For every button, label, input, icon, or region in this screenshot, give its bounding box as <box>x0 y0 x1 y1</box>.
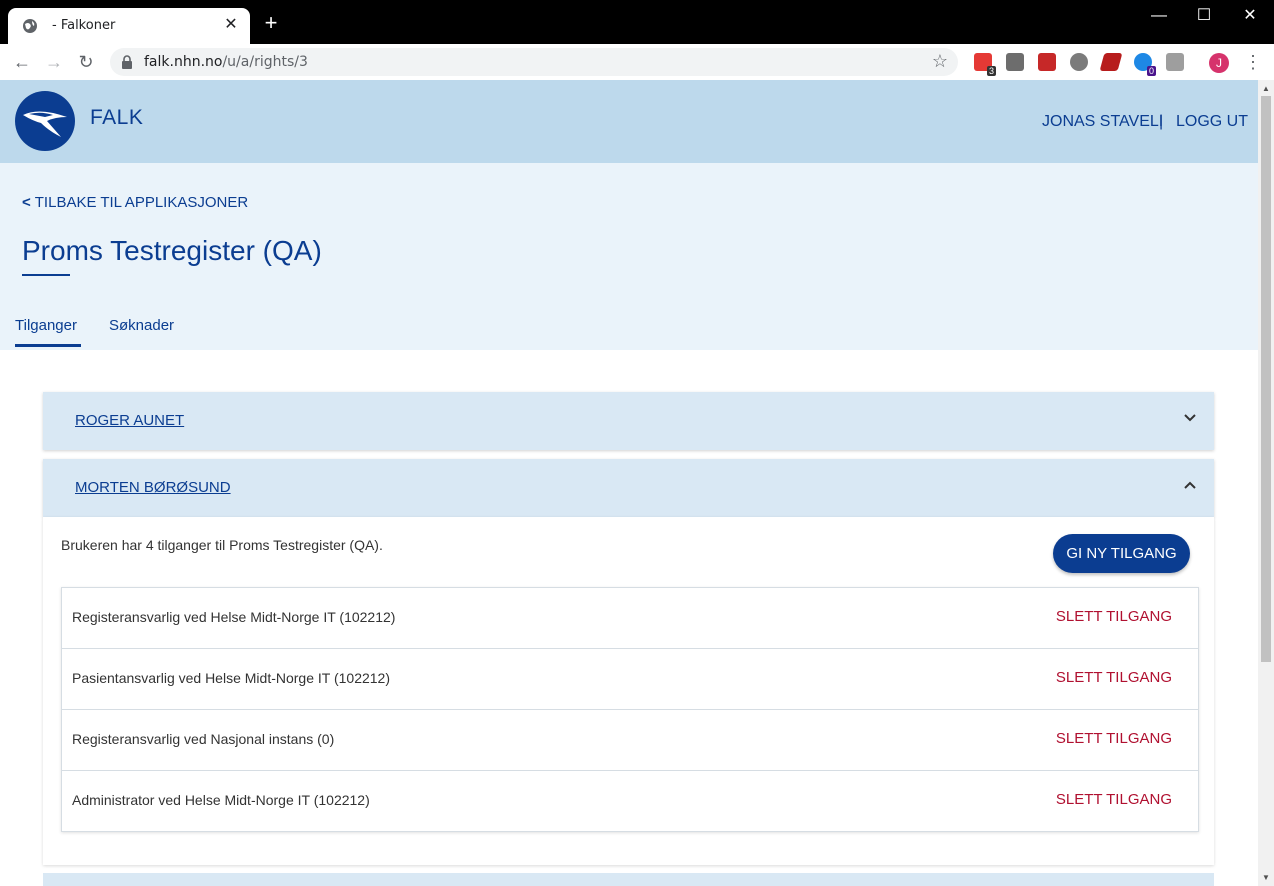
chevron-up-icon[interactable] <box>1182 477 1198 493</box>
access-summary: Brukeren har 4 tilganger til Proms Testr… <box>61 537 383 553</box>
forward-arrow-icon[interactable]: → <box>42 50 66 74</box>
window-close-icon[interactable]: ✕ <box>1235 6 1265 26</box>
user-name-link[interactable]: JONAS STAVELI <box>1042 113 1163 131</box>
maximize-icon[interactable]: ☐ <box>1189 6 1219 26</box>
back-arrow-icon[interactable]: ← <box>10 50 34 74</box>
reload-icon[interactable]: ↻ <box>74 50 98 74</box>
active-tab-indicator <box>15 344 81 347</box>
access-label: Registeransvarlig ved Nasjonal instans (… <box>72 731 335 747</box>
delete-access-button[interactable]: SLETT TILGANG <box>1056 669 1172 686</box>
grant-access-button[interactable]: GI NY TILGANG <box>1053 534 1190 573</box>
title-underline <box>22 274 70 276</box>
browser-tab[interactable]: - Falkoner ✕ <box>8 8 250 44</box>
header-separator: | <box>1159 113 1164 130</box>
falcon-icon <box>23 111 67 137</box>
page-hero: < TILBAKE TIL APPLIKASJONER Proms Testreg… <box>0 163 1258 350</box>
address-bar[interactable]: falk.nhn.no/u/a/rights/3 ☆ <box>110 48 958 76</box>
site-header: FALK JONAS STAVELI | LOGG UT <box>0 80 1258 163</box>
extension-icon[interactable] <box>1166 53 1184 71</box>
user-panel[interactable] <box>43 873 1214 886</box>
scrollbar-thumb[interactable] <box>1261 96 1271 662</box>
scroll-up-icon[interactable]: ▲ <box>1262 84 1270 93</box>
access-list: Registeransvarlig ved Helse Midt-Norge I… <box>61 587 1199 832</box>
user-name[interactable]: ROGER AUNET <box>75 412 184 429</box>
chevron-left-icon: < <box>22 194 31 211</box>
access-label: Pasientansvarlig ved Helse Midt-Norge IT… <box>72 670 391 686</box>
list-item: Administrator ved Helse Midt-Norge IT (1… <box>62 771 1198 831</box>
delete-access-button[interactable]: SLETT TILGANG <box>1056 791 1172 808</box>
lock-icon <box>122 55 132 69</box>
browser-toolbar: ← → ↻ falk.nhn.no/u/a/rights/3 ☆ 3 0 J ⋮ <box>0 44 1274 80</box>
profile-avatar[interactable]: J <box>1209 53 1229 73</box>
tab-soknader[interactable]: Søknader <box>109 317 174 334</box>
user-panel[interactable]: ROGER AUNET <box>43 392 1214 450</box>
extension-icon[interactable] <box>1006 53 1024 71</box>
user-panel-details: Brukeren har 4 tilganger til Proms Testr… <box>43 517 1214 865</box>
delete-access-button[interactable]: SLETT TILGANG <box>1056 608 1172 625</box>
scroll-down-icon[interactable]: ▼ <box>1262 873 1270 882</box>
globe-icon <box>23 19 37 33</box>
minimize-icon[interactable]: — <box>1144 6 1174 26</box>
delete-access-button[interactable]: SLETT TILGANG <box>1056 730 1172 747</box>
list-item: Pasientansvarlig ved Helse Midt-Norge IT… <box>62 649 1198 710</box>
chevron-down-icon[interactable] <box>1182 410 1198 426</box>
list-item: Registeransvarlig ved Helse Midt-Norge I… <box>62 588 1198 649</box>
page-scrollbar[interactable]: ▲ ▼ <box>1258 80 1274 886</box>
extension-icon[interactable]: 3 <box>974 53 996 76</box>
page-viewport: FALK JONAS STAVELI | LOGG UT < TILBAKE TI… <box>0 80 1258 886</box>
tab-title: - Falkoner <box>52 18 116 33</box>
user-name[interactable]: MORTEN BØRØSUND <box>75 479 231 496</box>
logout-link[interactable]: LOGG UT <box>1176 113 1248 131</box>
new-tab-icon[interactable]: + <box>262 12 280 34</box>
list-item: Registeransvarlig ved Nasjonal instans (… <box>62 710 1198 771</box>
user-panel[interactable]: MORTEN BØRØSUND <box>43 459 1214 517</box>
bookmark-star-icon[interactable]: ☆ <box>932 51 948 72</box>
back-link[interactable]: < TILBAKE TIL APPLIKASJONER <box>22 194 248 211</box>
drive-extension-icon[interactable] <box>1070 53 1088 71</box>
tab-close-icon[interactable]: ✕ <box>222 16 240 34</box>
extension-icon[interactable]: 0 <box>1134 53 1156 76</box>
pdf-extension-icon[interactable] <box>1038 53 1056 71</box>
access-label: Registeransvarlig ved Helse Midt-Norge I… <box>72 609 396 625</box>
falk-logo[interactable] <box>15 91 75 151</box>
brand-name[interactable]: FALK <box>90 106 143 130</box>
url-text: falk.nhn.no/u/a/rights/3 <box>144 54 308 70</box>
more-menu-icon[interactable]: ⋮ <box>1244 50 1262 74</box>
flag-extension-icon[interactable] <box>1099 53 1123 71</box>
tab-tilganger[interactable]: Tilganger <box>15 317 77 334</box>
page-title: Proms Testregister (QA) <box>22 235 322 266</box>
access-label: Administrator ved Helse Midt-Norge IT (1… <box>72 792 370 808</box>
browser-titlebar: - Falkoner ✕ + — ☐ ✕ <box>0 0 1274 44</box>
